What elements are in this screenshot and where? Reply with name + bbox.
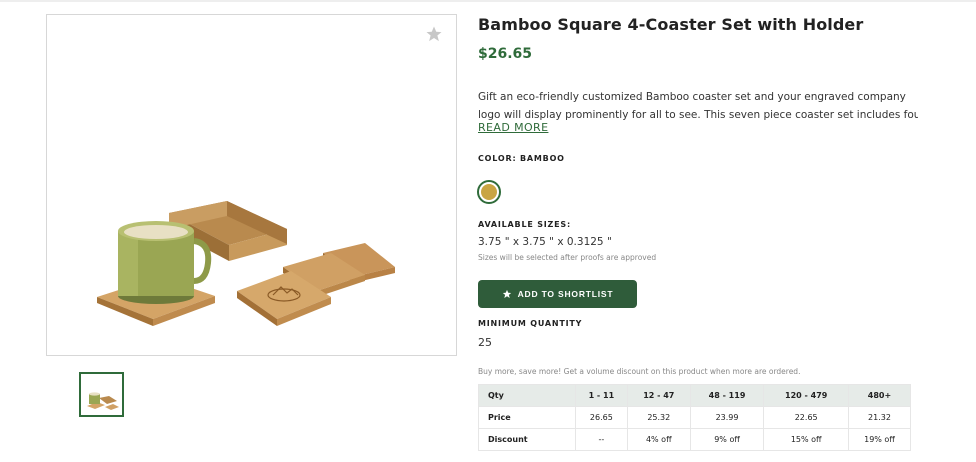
color-swatch-bamboo[interactable]	[477, 180, 501, 204]
pricing-header-row: Qty 1 - 11 12 - 47 48 - 119 120 - 479 48…	[478, 384, 912, 407]
star-icon[interactable]	[425, 25, 443, 43]
qty-tier-header: 1 - 11	[574, 384, 628, 407]
description-line: Gift an eco-friendly customized Bamboo c…	[478, 91, 906, 103]
qty-tier-header: 48 - 119	[689, 384, 765, 407]
price-cell: 23.99	[689, 406, 765, 429]
size-value: 3.75 " x 3.75 " x 0.3125 "	[478, 236, 612, 248]
discount-cell: 15% off	[763, 428, 849, 451]
price-row: Price 26.65 25.32 23.99 22.65 21.32	[478, 406, 912, 429]
thumbnail-image[interactable]	[79, 372, 124, 417]
price-cell: 22.65	[763, 406, 849, 429]
color-label: COLOR: BAMBOO	[478, 154, 565, 163]
discount-cell: --	[574, 428, 628, 451]
minimum-quantity-value: 25	[478, 336, 492, 349]
star-icon	[502, 289, 511, 298]
available-sizes-label: AVAILABLE SIZES:	[478, 220, 571, 229]
product-description: Gift an eco-friendly customized Bamboo c…	[478, 88, 918, 124]
pricing-table: Qty 1 - 11 12 - 47 48 - 119 120 - 479 48…	[478, 384, 912, 451]
read-more-link[interactable]: READ MORE	[478, 121, 548, 134]
price-cell: 26.65	[574, 406, 628, 429]
qty-header: Qty	[478, 384, 576, 407]
product-title: Bamboo Square 4-Coaster Set with Holder	[478, 15, 864, 34]
discount-cell: 9% off	[689, 428, 765, 451]
thumbnail-art	[87, 392, 119, 410]
price-row-label: Price	[478, 406, 576, 429]
shortlist-label: ADD TO SHORTLIST	[517, 289, 614, 299]
price-cell: 25.32	[626, 406, 691, 429]
qty-tier-header: 120 - 479	[763, 384, 849, 407]
product-image	[46, 14, 457, 356]
volume-discount-note: Buy more, save more! Get a volume discou…	[478, 367, 801, 376]
discount-row: Discount -- 4% off 9% off 15% off 19% of…	[478, 428, 912, 451]
minimum-quantity-label: MINIMUM QUANTITY	[478, 319, 583, 328]
price-cell: 21.32	[847, 406, 912, 429]
qty-tier-header: 480+	[847, 384, 912, 407]
discount-row-label: Discount	[478, 428, 576, 451]
qty-tier-header: 12 - 47	[626, 384, 691, 407]
add-to-shortlist-button[interactable]: ADD TO SHORTLIST	[478, 280, 637, 308]
discount-cell: 4% off	[626, 428, 691, 451]
coaster-set-illustration	[97, 201, 395, 326]
swatch-fill	[481, 184, 497, 200]
top-divider	[0, 0, 976, 2]
discount-cell: 19% off	[847, 428, 912, 451]
product-price: $26.65	[478, 46, 533, 62]
size-note: Sizes will be selected after proofs are …	[478, 253, 657, 262]
